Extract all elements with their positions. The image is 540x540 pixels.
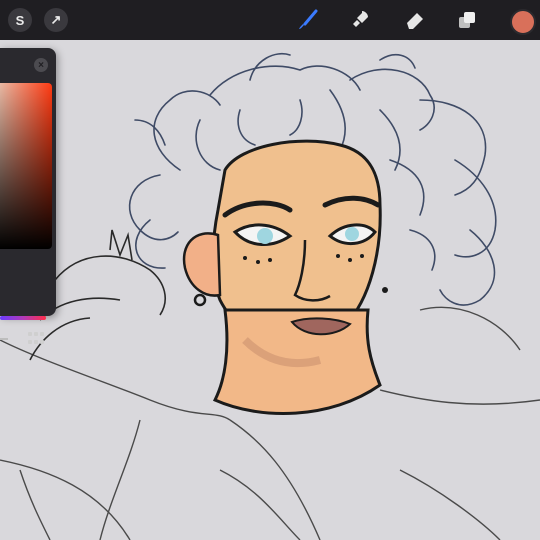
saturation-brightness-picker[interactable] bbox=[0, 83, 52, 249]
gallery-icon: S bbox=[15, 12, 25, 28]
panel-dash bbox=[0, 338, 8, 340]
selection-arrow-icon: ↗ bbox=[50, 12, 62, 27]
earring-right bbox=[382, 287, 388, 293]
active-color-swatch[interactable] bbox=[510, 9, 536, 35]
layers-icon[interactable] bbox=[456, 8, 480, 32]
gallery-button[interactable]: S bbox=[8, 8, 32, 32]
left-iris bbox=[257, 228, 273, 244]
selection-button[interactable]: ↗ bbox=[44, 8, 68, 32]
eraser-icon[interactable] bbox=[402, 8, 426, 32]
drawing-canvas[interactable] bbox=[0, 40, 540, 540]
right-iris bbox=[345, 227, 359, 241]
color-panel: × bbox=[0, 48, 56, 344]
top-toolbar: S ↗ bbox=[0, 0, 540, 40]
smudge-icon[interactable] bbox=[348, 8, 372, 32]
brush-icon[interactable] bbox=[296, 8, 320, 32]
palette-grid-icon[interactable] bbox=[28, 332, 44, 346]
close-icon: × bbox=[38, 59, 44, 71]
close-panel-button[interactable]: × bbox=[34, 58, 48, 72]
hue-slider[interactable] bbox=[0, 316, 46, 320]
